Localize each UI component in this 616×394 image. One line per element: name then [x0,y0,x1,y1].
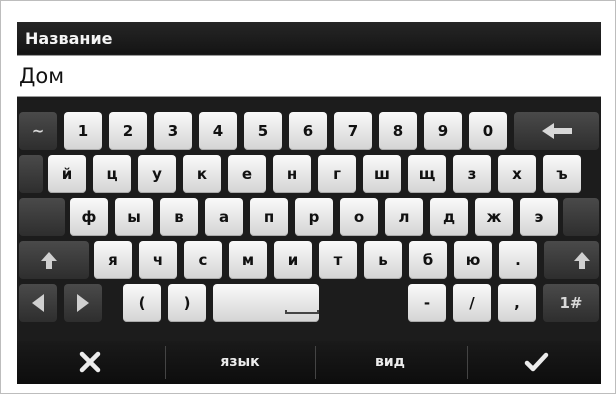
keyboard-row-digits: ~ 1 2 3 4 5 6 7 8 9 0 [17,112,601,150]
divider [165,346,166,379]
keyboard-row-4: я ч с м и т ь б ю . [17,241,601,279]
key-tilde[interactable]: ~ [19,112,57,150]
key-м[interactable]: м [229,241,267,279]
key-в[interactable]: в [160,198,198,236]
shift-key-left[interactable] [19,241,89,279]
key-ы[interactable]: ы [115,198,153,236]
text-input[interactable]: Дом [17,55,601,97]
key-з[interactable]: з [453,155,491,193]
key-ф[interactable]: ф [70,198,108,236]
keyboard-row-2: й ц у к е н г ш щ з х ъ [17,155,601,193]
divider [315,346,316,379]
shift-up-arrow-icon [574,252,590,269]
key-ц[interactable]: ц [93,155,131,193]
key-г[interactable]: г [318,155,356,193]
action-bar: язык вид [17,341,601,384]
key-5[interactable]: 5 [244,112,282,150]
divider [467,346,468,379]
key-ю[interactable]: ю [454,241,492,279]
key-ъ[interactable]: ъ [543,155,581,193]
key-6[interactable]: 6 [289,112,327,150]
key-р[interactable]: р [295,198,333,236]
key-ж[interactable]: ж [475,198,513,236]
row3-spacer [19,198,65,236]
key-9[interactable]: 9 [424,112,462,150]
key-э[interactable]: э [520,198,558,236]
language-button[interactable]: язык [167,341,313,384]
key-и[interactable]: и [274,241,312,279]
cursor-right-key[interactable] [64,284,102,322]
triangle-left-icon [32,294,44,312]
key-slash[interactable]: / [453,284,491,322]
key-3[interactable]: 3 [154,112,192,150]
row3-spacer-right [563,198,599,236]
key-щ[interactable]: щ [408,155,446,193]
key-1[interactable]: 1 [64,112,102,150]
key-comma[interactable]: , [498,284,536,322]
key-period[interactable]: . [499,241,537,279]
key-н[interactable]: н [273,155,311,193]
keyboard-row-3: ф ы в а п р о л д ж э [17,198,601,236]
key-б[interactable]: б [409,241,447,279]
backspace-key[interactable] [514,112,599,150]
key-т[interactable]: т [319,241,357,279]
keyboard-screen: Название Дом ~ 1 2 3 4 5 6 7 8 9 0 й ц у… [17,22,601,384]
symbols-key[interactable]: 1# [543,284,599,322]
key-е[interactable]: е [228,155,266,193]
triangle-right-icon [77,294,89,312]
shift-key-right[interactable] [544,241,599,279]
key-8[interactable]: 8 [379,112,417,150]
key-к[interactable]: к [183,155,221,193]
key-ч[interactable]: ч [139,241,177,279]
key-4[interactable]: 4 [199,112,237,150]
key-2[interactable]: 2 [109,112,147,150]
key-я[interactable]: я [94,241,132,279]
key-0[interactable]: 0 [469,112,507,150]
key-hyphen[interactable]: - [408,284,446,322]
key-й[interactable]: й [48,155,86,193]
confirm-button[interactable] [469,341,601,384]
key-ш[interactable]: ш [363,155,401,193]
keyboard-row-5: ( ) - / , 1# [17,284,601,322]
close-icon [79,351,101,373]
field-title: Название [17,22,601,54]
key-open-paren[interactable]: ( [123,284,161,322]
space-key[interactable] [213,284,319,322]
key-п[interactable]: п [250,198,288,236]
view-button[interactable]: вид [317,341,463,384]
key-л[interactable]: л [385,198,423,236]
key-у[interactable]: у [138,155,176,193]
shift-up-arrow-icon [41,252,57,269]
key-close-paren[interactable]: ) [168,284,206,322]
key-а[interactable]: а [205,198,243,236]
space-bar-icon [285,310,319,314]
key-х[interactable]: х [498,155,536,193]
screenshot-frame: Название Дом ~ 1 2 3 4 5 6 7 8 9 0 й ц у… [0,0,616,394]
key-д[interactable]: д [430,198,468,236]
row2-spacer [19,155,43,193]
key-7[interactable]: 7 [334,112,372,150]
key-о[interactable]: о [340,198,378,236]
key-с[interactable]: с [184,241,222,279]
checkmark-icon [524,352,549,372]
backspace-icon [542,123,572,139]
key-ь[interactable]: ь [364,241,402,279]
cancel-button[interactable] [17,341,163,384]
cursor-left-key[interactable] [19,284,57,322]
